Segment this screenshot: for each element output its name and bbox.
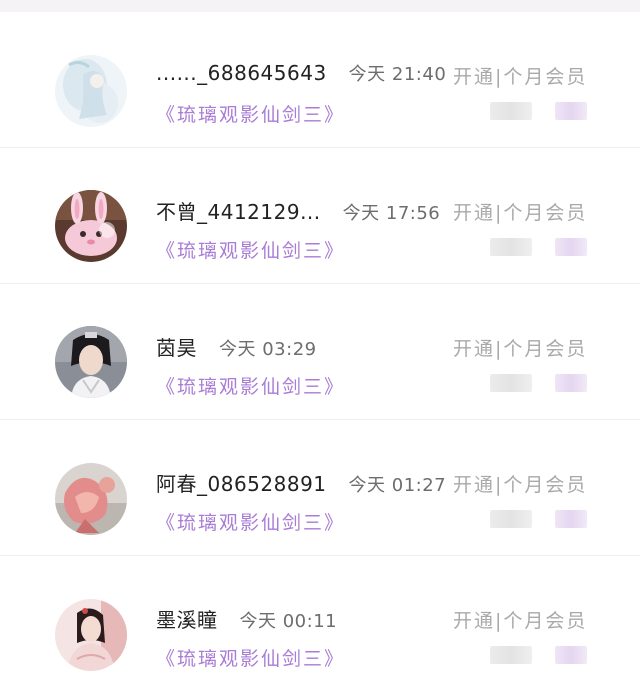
name-line: 茵昊 今天 03:29 <box>156 332 317 361</box>
order-time: 今天 17:56 <box>342 203 441 224</box>
name-line: 阿春_086528891 今天 01:27 <box>156 468 446 497</box>
top-band <box>0 0 640 12</box>
blurred-price <box>490 238 532 256</box>
name-line: 墨溪瞳 今天 00:11 <box>156 604 337 633</box>
costume-actor-avatar-icon[interactable] <box>55 326 127 398</box>
pink-figure-avatar-icon[interactable] <box>55 463 127 535</box>
username: 阿春_086528891 <box>156 472 327 496</box>
membership-label: 开通|个月会员 <box>453 338 588 360</box>
order-time: 今天 01:27 <box>348 475 447 496</box>
username: 不曾_4412129... <box>156 200 321 224</box>
blurred-badge <box>555 238 587 256</box>
name-line: ......_688645643 今天 21:40 <box>156 60 446 86</box>
blurred-price <box>490 102 532 120</box>
order-row[interactable]: ......_688645643 今天 21:40 《琉璃观影仙剑三》 开通|个… <box>0 12 640 148</box>
product-title[interactable]: 《琉璃观影仙剑三》 <box>156 644 345 671</box>
blurred-price <box>490 510 532 528</box>
order-row[interactable]: 墨溪瞳 今天 00:11 《琉璃观影仙剑三》 开通|个月会员 <box>0 556 640 691</box>
red-dress-avatar-icon[interactable] <box>55 599 127 671</box>
order-list: ......_688645643 今天 21:40 《琉璃观影仙剑三》 开通|个… <box>0 12 640 691</box>
membership-label: 开通|个月会员 <box>453 66 588 88</box>
order-row[interactable]: 茵昊 今天 03:29 《琉璃观影仙剑三》 开通|个月会员 <box>0 284 640 420</box>
product-title[interactable]: 《琉璃观影仙剑三》 <box>156 372 345 399</box>
pink-bunny-avatar-icon[interactable] <box>55 190 127 262</box>
order-row[interactable]: 阿春_086528891 今天 01:27 《琉璃观影仙剑三》 开通|个月会员 <box>0 420 640 556</box>
blurred-badge <box>555 374 587 392</box>
product-title[interactable]: 《琉璃观影仙剑三》 <box>156 508 345 535</box>
membership-label: 开通|个月会员 <box>453 474 588 496</box>
pale-blue-figure-avatar-icon[interactable] <box>55 55 127 127</box>
product-title[interactable]: 《琉璃观影仙剑三》 <box>156 236 345 263</box>
order-time: 今天 03:29 <box>219 339 317 360</box>
blurred-price <box>490 646 532 664</box>
membership-label: 开通|个月会员 <box>453 202 588 224</box>
username: ......_688645643 <box>156 61 327 85</box>
membership-label: 开通|个月会员 <box>453 610 588 632</box>
blurred-badge <box>555 102 587 120</box>
product-title[interactable]: 《琉璃观影仙剑三》 <box>156 100 345 127</box>
username: 茵昊 <box>156 336 197 360</box>
order-row[interactable]: 不曾_4412129... 今天 17:56 《琉璃观影仙剑三》 开通|个月会员 <box>0 148 640 284</box>
username: 墨溪瞳 <box>156 608 218 632</box>
blurred-badge <box>555 646 587 664</box>
name-line: 不曾_4412129... 今天 17:56 <box>156 196 440 225</box>
blurred-price <box>490 374 532 392</box>
order-time: 今天 00:11 <box>239 611 338 632</box>
order-feed-page: ......_688645643 今天 21:40 《琉璃观影仙剑三》 开通|个… <box>0 0 640 695</box>
blurred-badge <box>555 510 587 528</box>
order-time: 今天 21:40 <box>348 64 447 85</box>
